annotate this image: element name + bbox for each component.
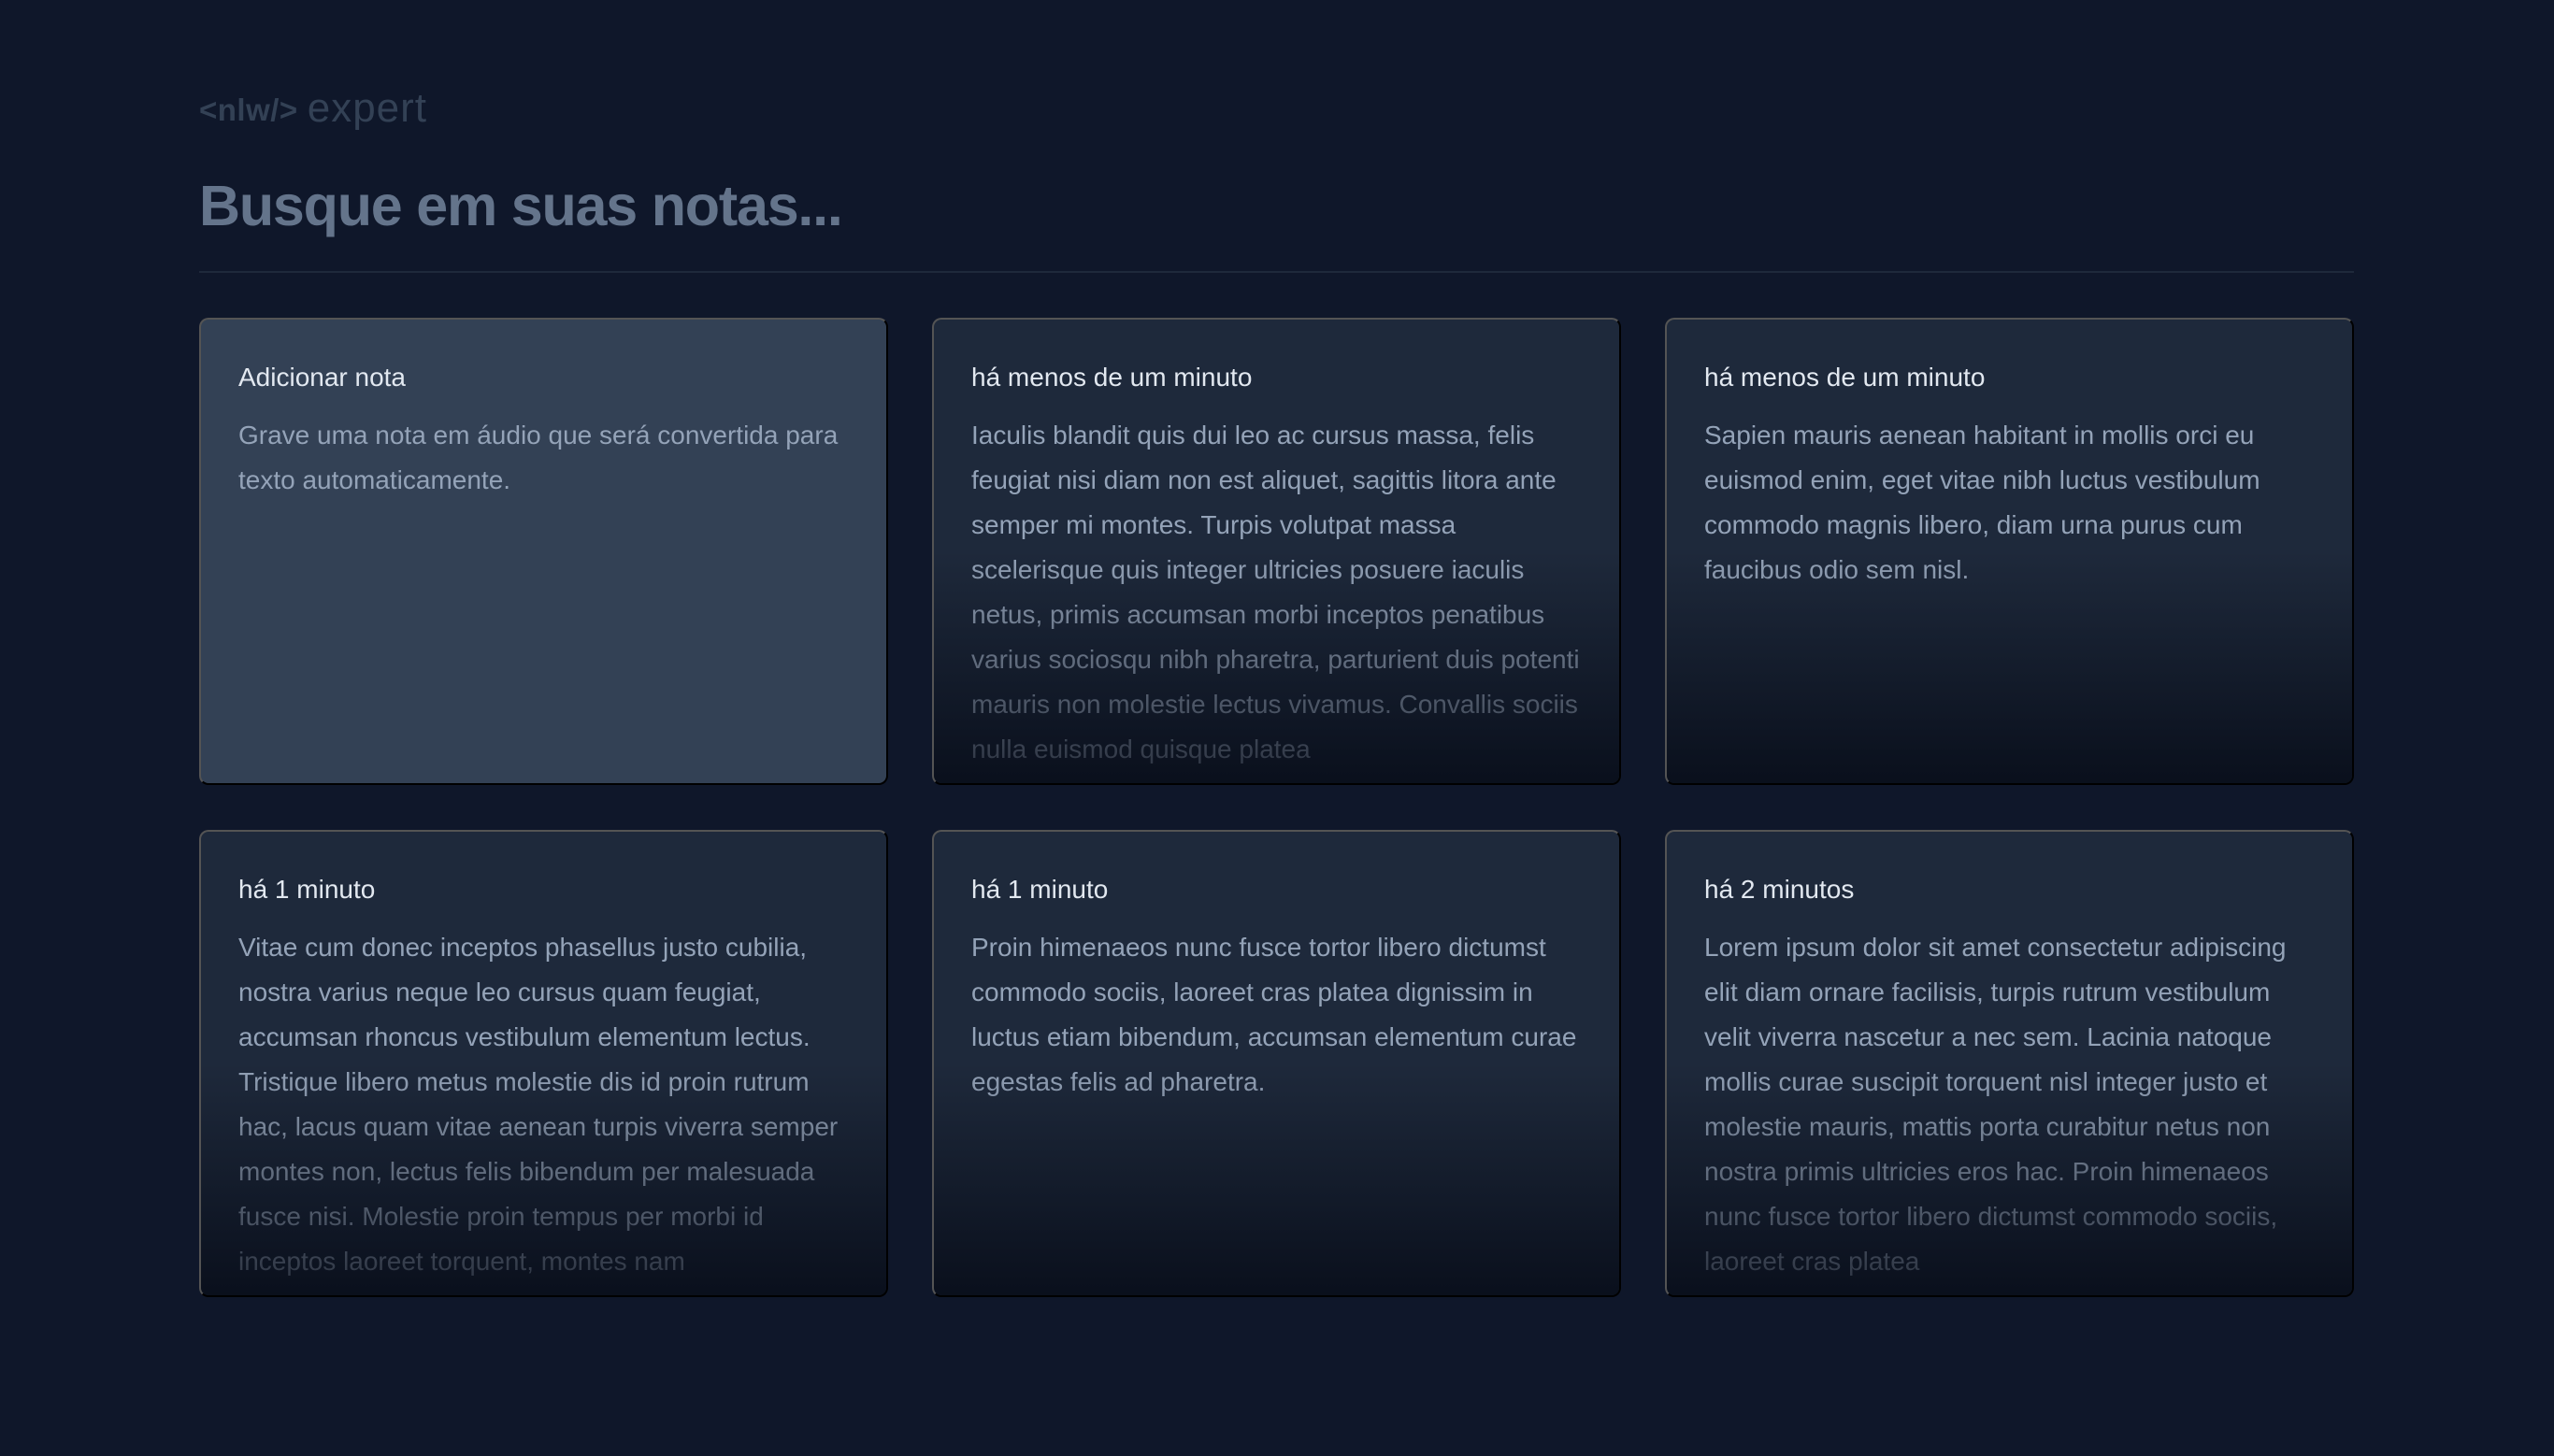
note-date: há 2 minutos bbox=[1704, 875, 1855, 904]
note-card[interactable]: há 1 minuto Proin himenaeos nunc fusce t… bbox=[932, 830, 1621, 1297]
app-container: <nlw/> expert Adicionar nota Grave uma n… bbox=[199, 85, 2354, 1297]
notes-grid: Adicionar nota Grave uma nota em áudio q… bbox=[199, 318, 2354, 1297]
note-date: há 1 minuto bbox=[238, 875, 376, 904]
search-input[interactable] bbox=[199, 168, 2354, 243]
note-card[interactable]: há 1 minuto Vitae cum donec inceptos pha… bbox=[199, 830, 888, 1297]
note-date: há menos de um minuto bbox=[971, 363, 1253, 392]
add-note-card[interactable]: Adicionar nota Grave uma nota em áudio q… bbox=[199, 318, 888, 785]
note-date: há 1 minuto bbox=[971, 875, 1109, 904]
note-content: Lorem ipsum dolor sit amet consectetur a… bbox=[1704, 933, 2287, 1276]
note-content: Sapien mauris aenean habitant in mollis … bbox=[1704, 421, 2260, 584]
nlw-expert-logo: <nlw/> expert bbox=[199, 85, 2354, 131]
note-card[interactable]: há 2 minutos Lorem ipsum dolor sit amet … bbox=[1665, 830, 2354, 1297]
note-content: Iaculis blandit quis dui leo ac cursus m… bbox=[971, 421, 1580, 764]
search-form bbox=[199, 168, 2354, 273]
note-card[interactable]: há menos de um minuto Sapien mauris aene… bbox=[1665, 318, 2354, 785]
add-note-description: Grave uma nota em áudio que será convert… bbox=[238, 421, 839, 494]
note-card[interactable]: há menos de um minuto Iaculis blandit qu… bbox=[932, 318, 1621, 785]
note-content: Vitae cum donec inceptos phasellus justo… bbox=[238, 933, 839, 1276]
note-date: há menos de um minuto bbox=[1704, 363, 1986, 392]
note-content: Proin himenaeos nunc fusce tortor libero… bbox=[971, 933, 1577, 1096]
logo-code-text: <nlw/> bbox=[199, 93, 298, 127]
logo-word-text: expert bbox=[307, 85, 428, 131]
add-note-title: Adicionar nota bbox=[238, 363, 407, 392]
